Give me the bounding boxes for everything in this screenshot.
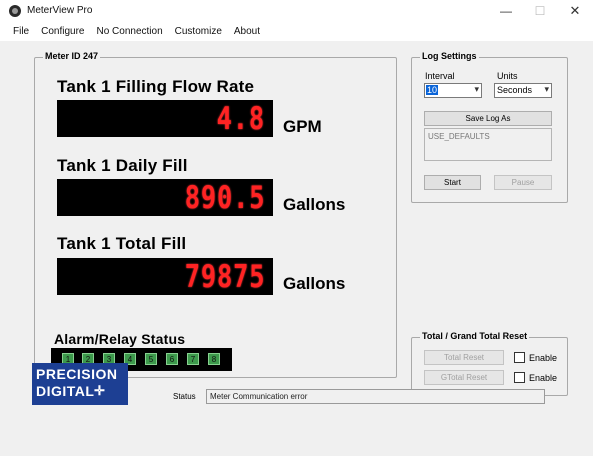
total-reset-button[interactable]: Total Reset bbox=[424, 350, 504, 365]
gtotal-reset-button[interactable]: GTotal Reset bbox=[424, 370, 504, 385]
total-reset-enable-label: Enable bbox=[529, 353, 558, 363]
logo-mark-icon: ✛ bbox=[94, 383, 105, 398]
start-log-button[interactable]: Start bbox=[424, 175, 481, 190]
menu-about[interactable]: About bbox=[228, 23, 266, 41]
total-fill-value: 79875 bbox=[184, 258, 265, 295]
flow-rate-unit: GPM bbox=[283, 117, 322, 136]
daily-fill-value: 890.5 bbox=[184, 179, 265, 216]
menu-no-connection[interactable]: No Connection bbox=[90, 23, 168, 41]
total-fill-label: Tank 1 Total Fill bbox=[57, 234, 187, 253]
menu-file[interactable]: File bbox=[0, 23, 35, 41]
logo-text-line-2: DIGITAL bbox=[36, 383, 95, 399]
save-log-as-button[interactable]: Save Log As bbox=[424, 111, 552, 126]
relay-7-indicator: 7 bbox=[187, 353, 199, 365]
minimize-button[interactable]: — bbox=[492, 2, 520, 20]
app-icon bbox=[9, 5, 21, 17]
logo-text-line-1: PRECISION bbox=[36, 366, 118, 382]
interval-label: Interval bbox=[425, 71, 455, 81]
chevron-down-icon: ▾ bbox=[474, 84, 479, 94]
relay-8-indicator: 8 bbox=[208, 353, 220, 365]
total-reset-group: Total / Grand Total Reset bbox=[411, 331, 568, 396]
menu-configure[interactable]: Configure bbox=[35, 23, 90, 41]
precision-digital-logo: PRECISION DIGITAL ✛ bbox=[32, 363, 128, 405]
relay-5-indicator: 5 bbox=[145, 353, 157, 365]
close-button[interactable]: ✕ bbox=[561, 2, 589, 20]
alarm-status-label: Alarm/Relay Status bbox=[54, 331, 186, 347]
units-value: Seconds bbox=[497, 85, 533, 95]
total-reset-enable-checkbox[interactable] bbox=[514, 352, 525, 363]
daily-fill-unit: Gallons bbox=[283, 195, 346, 214]
gtotal-reset-enable-checkbox[interactable] bbox=[514, 372, 525, 383]
chevron-down-icon: ▾ bbox=[544, 84, 549, 94]
interval-select[interactable]: 10 ▾ bbox=[424, 83, 482, 98]
window-title: MeterView Pro bbox=[27, 5, 93, 16]
log-path-field[interactable]: USE_DEFAULTS bbox=[424, 128, 552, 161]
flow-rate-display: 4.8 bbox=[57, 100, 273, 137]
interval-value: 10 bbox=[426, 85, 439, 95]
daily-fill-display: 890.5 bbox=[57, 179, 273, 216]
title-bar: MeterView Pro — ☐ ✕ bbox=[0, 0, 593, 22]
flow-rate-value: 4.8 bbox=[216, 100, 265, 137]
log-settings-title: Log Settings bbox=[420, 51, 479, 61]
menu-bar: File Configure No Connection Customize A… bbox=[0, 23, 266, 41]
menu-customize[interactable]: Customize bbox=[169, 23, 228, 41]
daily-fill-label: Tank 1 Daily Fill bbox=[57, 156, 188, 175]
maximize-button[interactable]: ☐ bbox=[526, 2, 554, 20]
status-label: Status bbox=[173, 392, 196, 401]
relay-6-indicator: 6 bbox=[166, 353, 178, 365]
meter-group-title: Meter ID 247 bbox=[43, 51, 101, 61]
total-fill-display: 79875 bbox=[57, 258, 273, 295]
units-select[interactable]: Seconds ▾ bbox=[494, 83, 552, 98]
flow-rate-label: Tank 1 Filling Flow Rate bbox=[57, 77, 255, 96]
units-label: Units bbox=[497, 71, 518, 81]
gtotal-reset-enable-label: Enable bbox=[529, 373, 558, 383]
status-field: Meter Communication error bbox=[206, 389, 545, 404]
total-reset-title: Total / Grand Total Reset bbox=[420, 331, 530, 341]
pause-log-button[interactable]: Pause bbox=[494, 175, 552, 190]
total-fill-unit: Gallons bbox=[283, 274, 346, 293]
